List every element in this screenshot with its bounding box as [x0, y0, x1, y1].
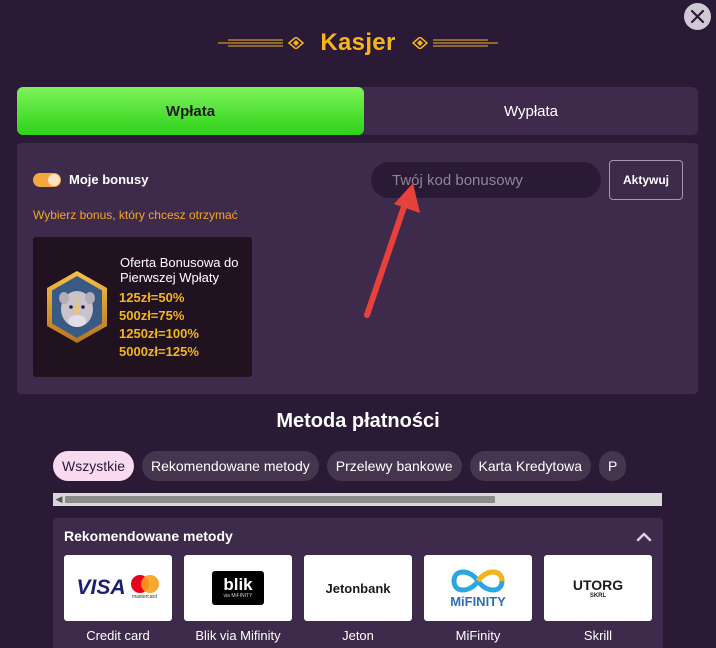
method-label: Jeton [342, 628, 374, 643]
method-label: Skrill [583, 628, 613, 643]
left-ornament-icon [218, 37, 305, 49]
method-logo-box: UTORG SKRL [544, 555, 652, 621]
jetonbank-logo: Jetonbank [325, 580, 391, 596]
method-mifinity[interactable]: MiFINITY MiFinity [424, 555, 532, 643]
blik-logo-text: blik [223, 575, 253, 594]
method-logo-box: Jetonbank [304, 555, 412, 621]
right-ornament-icon [411, 37, 498, 49]
tab-withdraw[interactable]: Wypłata [364, 87, 698, 135]
offer-lines: 125zł=50% 500zł=75% 1250zł=100% 5000zł=1… [119, 289, 199, 361]
method-logo-box: blik via MiFINITY [184, 555, 292, 621]
close-button[interactable] [684, 3, 711, 30]
visa-logo: VISA [76, 576, 126, 599]
method-label: MiFinity [455, 628, 501, 643]
mifinity-logo-text: MiFINITY [450, 594, 506, 609]
tab-deposit[interactable]: Wpłata [17, 87, 364, 135]
offer-title: Oferta Bonusowa do Pierwszej Wpłaty [120, 255, 239, 285]
offer-line: 1250zł=100% [119, 326, 199, 341]
cashier-header: Kasjer [0, 28, 716, 58]
close-icon [690, 9, 705, 24]
bonus-panel: Moje bonusy Wybierz bonus, który chcesz … [17, 143, 698, 394]
method-blik[interactable]: blik via MiFINITY Blik via Mifinity [184, 555, 292, 643]
filter-chip-all[interactable]: Wszystkie [53, 451, 134, 481]
filter-chip-more[interactable]: P [599, 451, 627, 481]
scroll-thumb[interactable] [65, 496, 495, 503]
bonus-offer-card[interactable]: Oferta Bonusowa do Pierwszej Wpłaty 125z… [33, 237, 252, 377]
bonus-hint: Wybierz bonus, który chcesz otrzymać [33, 208, 238, 222]
mastercard-icon [130, 575, 159, 593]
payment-filter-chips: Wszystkie Rekomendowane metody Przelewy ba… [53, 451, 662, 483]
cashier-tabs: Wpłata Wypłata [17, 87, 698, 135]
recommended-methods-panel: Rekomendowane metody VISA mastercard Cre… [53, 518, 663, 648]
payment-method-title: Metoda płatności [276, 410, 440, 432]
offer-line: 500zł=75% [119, 308, 185, 323]
filter-chip-credit-card[interactable]: Karta Kredytowa [469, 451, 591, 481]
filter-chip-bank-transfers[interactable]: Przelewy bankowe [326, 451, 462, 481]
filter-chip-recommended[interactable]: Rekomendowane metody [142, 451, 319, 481]
rhino-emblem-icon [47, 271, 107, 343]
mastercard-label: mastercard [131, 594, 157, 600]
utorg-logo-sub: SKRL [589, 593, 607, 599]
recommended-methods-title: Rekomendowane metody [64, 528, 233, 544]
scroll-left-icon[interactable]: ◀ [53, 493, 65, 506]
activate-button[interactable]: Aktywuj [609, 160, 683, 200]
my-bonuses-toggle[interactable] [33, 173, 61, 187]
chevron-up-icon[interactable] [634, 528, 654, 546]
blik-logo: blik via MiFINITY [212, 571, 264, 605]
method-logo-box: VISA mastercard [64, 555, 172, 621]
bonus-code-input[interactable] [371, 162, 601, 198]
utorg-logo-text: UTORG [572, 577, 624, 593]
blik-logo-sub: via MiFINITY [223, 593, 253, 599]
offer-line: 125zł=50% [119, 290, 185, 305]
my-bonuses-label: Moje bonusy [69, 172, 149, 187]
method-credit-card[interactable]: VISA mastercard Credit card [64, 555, 172, 643]
method-label: Blik via Mifinity [195, 628, 281, 643]
method-logo-box: MiFINITY [424, 555, 532, 621]
method-skrill[interactable]: UTORG SKRL Skrill [544, 555, 652, 643]
method-jeton[interactable]: Jetonbank Jeton [304, 555, 412, 643]
mifinity-infinity-icon [451, 569, 505, 593]
mastercard-logo: mastercard [130, 574, 160, 602]
method-label: Credit card [86, 628, 150, 643]
offer-line: 5000zł=125% [119, 344, 199, 359]
page-title: Kasjer [320, 29, 396, 56]
chips-scrollbar[interactable]: ◀ [53, 493, 662, 506]
